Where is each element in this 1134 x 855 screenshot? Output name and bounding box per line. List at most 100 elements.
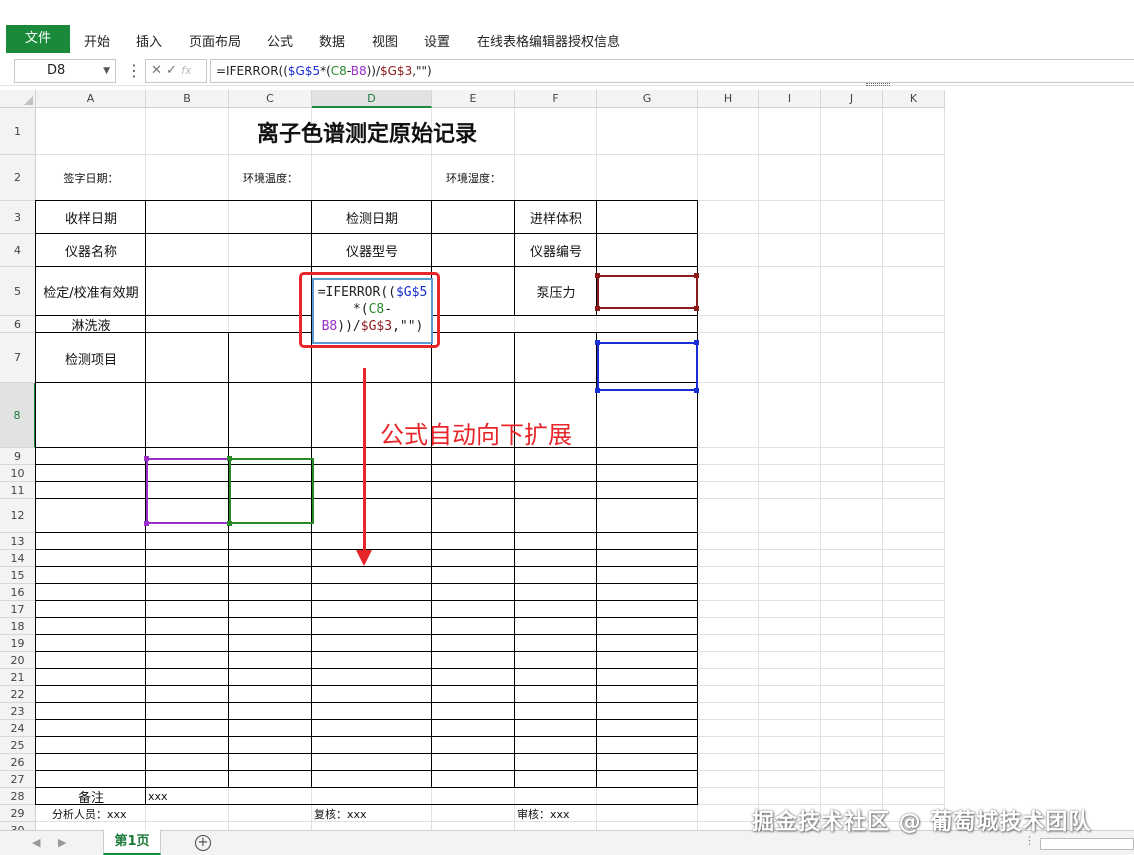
ref-handle[interactable] [694, 340, 699, 345]
menu-page-layout[interactable]: 页面布局 [189, 31, 241, 50]
ref-handle[interactable] [227, 456, 232, 461]
row-header-13[interactable]: 13 [0, 533, 36, 550]
corner-triangle-icon [24, 96, 33, 105]
row-header-6[interactable]: 6 [0, 316, 36, 333]
row-header-3[interactable]: 3 [0, 201, 36, 234]
label-instrument-number[interactable]: 仪器编号 [515, 234, 597, 267]
chevron-down-icon[interactable]: ▼ [103, 60, 110, 82]
label-auditor[interactable]: 审核：xxx [515, 805, 698, 822]
menu-insert[interactable]: 插入 [136, 31, 162, 50]
ref-handle[interactable] [694, 273, 699, 278]
scroll-right-icon[interactable]: ▶ [58, 836, 66, 849]
ref-handle[interactable] [227, 521, 232, 526]
remark-value[interactable]: xxx [146, 788, 698, 805]
label-test-item[interactable]: 检测项目 [36, 333, 146, 383]
label-env-humidity[interactable]: 环境湿度： [432, 155, 515, 201]
column-header-k[interactable]: K [883, 90, 945, 108]
formula-ref-b8: B8 [350, 64, 367, 78]
row-header-7[interactable]: 7 [0, 333, 36, 383]
resize-grip[interactable] [866, 83, 890, 86]
row-header-23[interactable]: 23 [0, 703, 36, 720]
label-injection-volume[interactable]: 进样体积 [515, 201, 597, 234]
row-header-18[interactable]: 18 [0, 618, 36, 635]
row-header-4[interactable]: 4 [0, 234, 36, 267]
row-header-2[interactable]: 2 [0, 155, 36, 201]
row-header-21[interactable]: 21 [0, 669, 36, 686]
column-header-j[interactable]: J [821, 90, 883, 108]
label-eluent[interactable]: 淋洗液 [36, 316, 146, 334]
label-remark[interactable]: 备注 [36, 788, 146, 806]
horizontal-scrollbar[interactable] [1040, 838, 1134, 850]
select-all-corner[interactable] [0, 90, 36, 108]
menu-data[interactable]: 数据 [319, 31, 345, 50]
row-header-5[interactable]: 5 [0, 267, 36, 316]
menu-license-info[interactable]: 在线表格编辑器授权信息 [477, 31, 620, 50]
row-header-9[interactable]: 9 [0, 448, 36, 465]
confirm-icon[interactable]: ✓ [166, 63, 177, 78]
sheet-tab-active[interactable]: 第1页 [103, 830, 161, 855]
label-test-date[interactable]: 检测日期 [312, 201, 432, 234]
ref-handle[interactable] [595, 388, 600, 393]
label-instrument-model[interactable]: 仪器型号 [312, 234, 432, 267]
label-pump-pressure[interactable]: 泵压力 [515, 267, 597, 316]
scroll-left-icon[interactable]: ◀ [32, 836, 40, 849]
column-header-b[interactable]: B [146, 90, 229, 108]
row-header-24[interactable]: 24 [0, 720, 36, 737]
row-header-16[interactable]: 16 [0, 584, 36, 601]
formula-ref-c8: C8 [330, 64, 347, 78]
column-header-e[interactable]: E [432, 90, 515, 108]
menu-formulas[interactable]: 公式 [267, 31, 293, 50]
menu-settings[interactable]: 设置 [424, 31, 450, 50]
row-header-25[interactable]: 25 [0, 737, 36, 754]
ref-handle[interactable] [595, 273, 600, 278]
add-sheet-icon[interactable]: + [195, 835, 211, 851]
row-header-10[interactable]: 10 [0, 465, 36, 482]
menu-home[interactable]: 开始 [84, 31, 110, 50]
row-header-1[interactable]: 1 [0, 108, 36, 155]
row-header-20[interactable]: 20 [0, 652, 36, 669]
name-box[interactable]: D8 ▼ [14, 59, 116, 83]
row-header-26[interactable]: 26 [0, 754, 36, 771]
fx-icon[interactable]: fx [181, 64, 191, 77]
sheet-title[interactable]: 离子色谱测定原始记录 [36, 108, 698, 155]
column-header-c[interactable]: C [229, 90, 312, 108]
ref-handle[interactable] [595, 306, 600, 311]
table-border-h [35, 566, 698, 567]
ref-handle[interactable] [144, 456, 149, 461]
row-header-8[interactable]: 8 [0, 383, 36, 448]
label-calibration-valid[interactable]: 检定/校准有效期 [36, 267, 146, 316]
label-reviewer[interactable]: 复核：xxx [312, 805, 515, 822]
row-header-29[interactable]: 29 [0, 805, 36, 822]
row-header-30[interactable]: 30 [0, 822, 36, 830]
column-header-h[interactable]: H [698, 90, 759, 108]
label-analyst[interactable]: 分析人员：xxx [36, 805, 312, 822]
more-options-icon[interactable]: ⋮ [126, 61, 142, 80]
ref-handle[interactable] [694, 306, 699, 311]
column-header-g[interactable]: G [597, 90, 698, 108]
row-header-27[interactable]: 27 [0, 771, 36, 788]
ref-handle[interactable] [694, 388, 699, 393]
column-header-i[interactable]: I [759, 90, 821, 108]
ref-handle[interactable] [144, 521, 149, 526]
column-header-d[interactable]: D [312, 90, 432, 108]
ref-handle[interactable] [595, 340, 600, 345]
row-header-19[interactable]: 19 [0, 635, 36, 652]
row-header-14[interactable]: 14 [0, 550, 36, 567]
label-instrument-name[interactable]: 仪器名称 [36, 234, 146, 267]
row-header-28[interactable]: 28 [0, 788, 36, 805]
menu-view[interactable]: 视图 [372, 31, 398, 50]
row-header-15[interactable]: 15 [0, 567, 36, 584]
row-header-17[interactable]: 17 [0, 601, 36, 618]
menu-file-button[interactable]: 文件 [6, 25, 70, 53]
label-sign-date[interactable]: 签字日期： [36, 155, 146, 201]
formula-input[interactable]: =IFERROR(($G$5*(C8-B8))/$G$3,"") [210, 59, 1134, 83]
label-env-temp[interactable]: 环境温度： [229, 155, 312, 201]
cancel-icon[interactable]: ✕ [151, 63, 162, 78]
gridline-vertical [882, 108, 883, 830]
row-header-12[interactable]: 12 [0, 499, 36, 533]
row-header-11[interactable]: 11 [0, 482, 36, 499]
row-header-22[interactable]: 22 [0, 686, 36, 703]
label-receive-date[interactable]: 收样日期 [36, 201, 146, 234]
column-header-a[interactable]: A [36, 90, 146, 108]
column-header-f[interactable]: F [515, 90, 597, 108]
